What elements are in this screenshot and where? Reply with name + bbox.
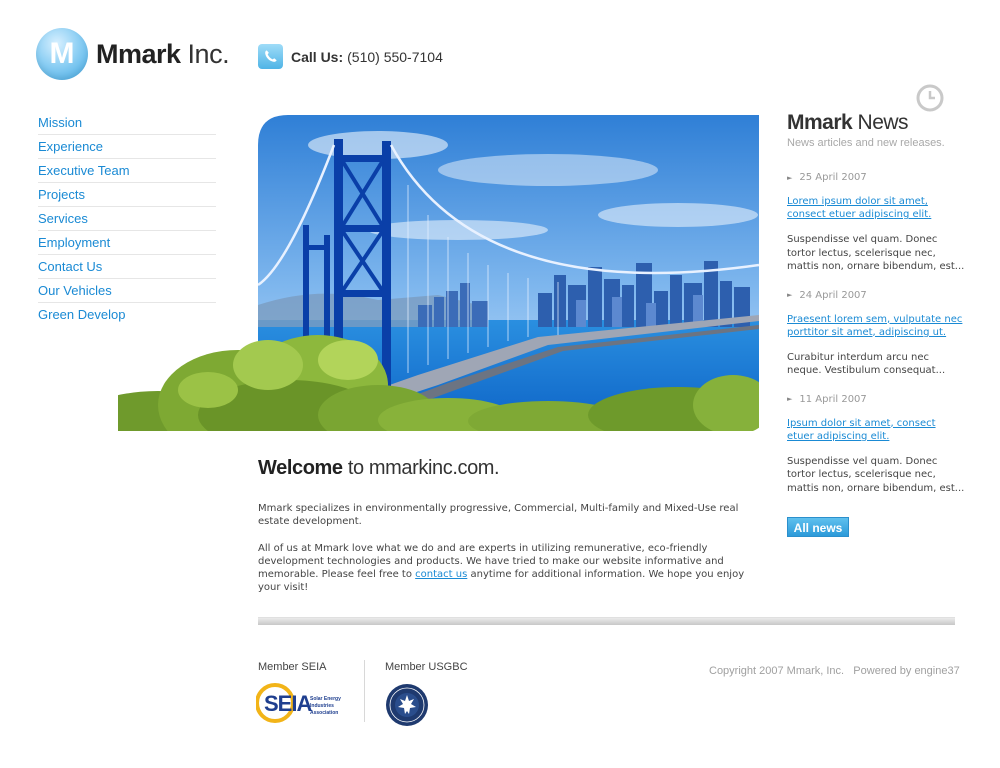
- logo-mark: M: [36, 28, 88, 80]
- usgbc-logo[interactable]: [385, 683, 429, 727]
- news-item: ► 24 April 2007 Praesent lorem sem, vulpu…: [787, 290, 965, 378]
- seia-logo[interactable]: SEIA Solar Energy Industries Association: [256, 682, 351, 724]
- welcome-title-bold: Welcome: [258, 457, 343, 479]
- news-summary: Suspendisse vel quam. Donec tortor lectu…: [787, 234, 965, 272]
- news-date: ► 11 April 2007: [787, 394, 965, 405]
- news-title-bold: Mmark: [787, 111, 853, 134]
- seia-logo-sub-2: Industries: [310, 703, 334, 709]
- news-date-text: 24 April 2007: [799, 289, 867, 301]
- news-title: Mmark News: [787, 111, 909, 135]
- news-summary: Curabitur interdum arcu nec neque. Vesti…: [787, 351, 946, 377]
- seia-logo-sub-1: Solar Energy: [310, 696, 341, 702]
- seia-logo-sub-3: Association: [310, 710, 338, 716]
- clock-icon: [916, 84, 944, 112]
- news-date-text: 25 April 2007: [799, 172, 867, 183]
- call-us: Call Us: (510) 550-7104: [258, 44, 443, 69]
- seia-logo-text: SEIA: [264, 691, 312, 716]
- member-usgbc-label: Member USGBC: [385, 661, 468, 673]
- news-arrow-icon: ►: [787, 173, 793, 182]
- welcome-paragraph-2: All of us at Mmark love what we do and a…: [258, 542, 758, 595]
- welcome-title-rest: to mmarkinc.com.: [342, 457, 500, 479]
- footer-divider-bar: [258, 617, 955, 625]
- news-subtitle: News articles and new releases.: [787, 137, 945, 149]
- logo-rest: Inc.: [180, 38, 230, 69]
- news-title-rest: News: [852, 111, 909, 134]
- contact-us-link[interactable]: contact us: [415, 569, 467, 580]
- news-headline-link[interactable]: Ipsum dolor sit amet, consect etuer adip…: [787, 417, 965, 443]
- call-label: Call Us:: [291, 48, 344, 65]
- welcome-paragraph-1: Mmark specializes in environmentally pro…: [258, 503, 739, 528]
- news-item: ► 25 April 2007 Lorem ipsum dolor sit ame…: [787, 172, 965, 274]
- news-arrow-icon: ►: [787, 395, 793, 403]
- all-news-button[interactable]: All news: [787, 517, 849, 537]
- news-headline-link[interactable]: Lorem ipsum dolor sit amet, consect etue…: [787, 195, 965, 221]
- logo-text: Mmark Inc.: [96, 38, 230, 70]
- phone-icon: [258, 44, 283, 69]
- phone-number: (510) 550-7104: [347, 48, 443, 65]
- news-list: ► 25 April 2007 Lorem ipsum dolor sit ame…: [787, 172, 965, 511]
- powered-by: Powered by engine37: [853, 665, 960, 677]
- footer-divider: [364, 660, 365, 722]
- news-summary: Suspendisse vel quam. Donec tortor lectu…: [787, 455, 965, 494]
- member-seia-label: Member SEIA: [258, 661, 327, 673]
- news-date-text: 11 April 2007: [799, 393, 867, 405]
- hero-image: [118, 115, 759, 431]
- welcome-section: Welcome to mmarkinc.com. Mmark specializ…: [258, 457, 758, 608]
- news-date: ► 25 April 2007: [787, 172, 965, 183]
- news-arrow-icon: ►: [787, 291, 793, 299]
- copyright-text: Copyright 2007 Mmark, Inc. Powered by en…: [709, 665, 960, 677]
- welcome-title: Welcome to mmarkinc.com.: [258, 457, 758, 480]
- news-item: ► 11 April 2007 Ipsum dolor sit amet, con…: [787, 394, 965, 496]
- site-logo[interactable]: M Mmark Inc.: [36, 28, 230, 80]
- logo-bold: Mmark: [96, 38, 181, 69]
- copyright: Copyright 2007 Mmark, Inc.: [709, 665, 845, 677]
- news-headline-link[interactable]: Praesent lorem sem, vulputate nec portti…: [787, 313, 965, 339]
- news-date: ► 24 April 2007: [787, 290, 965, 301]
